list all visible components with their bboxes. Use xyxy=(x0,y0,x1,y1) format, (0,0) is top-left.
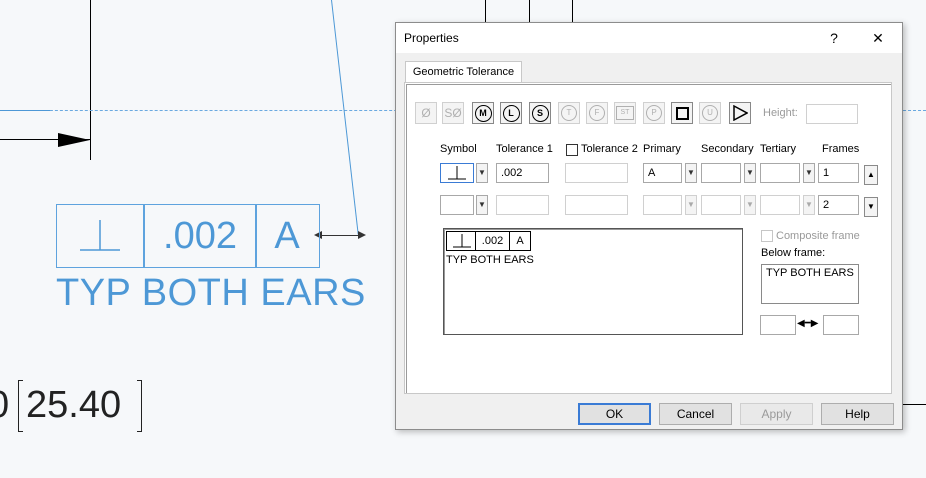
unequal-symbol-button[interactable]: U xyxy=(699,102,721,124)
height-field[interactable] xyxy=(806,104,858,124)
row1-tolerance1-field[interactable]: .002 xyxy=(496,163,549,183)
cancel-button[interactable]: Cancel xyxy=(659,403,732,425)
dimension-partial: 0 xyxy=(0,384,9,427)
spherical-diameter-symbol-button[interactable]: SØ xyxy=(442,102,464,124)
row1-secondary-field[interactable] xyxy=(701,163,741,183)
row1-symbol-dropdown[interactable]: ▼ xyxy=(476,163,488,183)
preview-perpendicularity-icon xyxy=(453,234,471,248)
unequal-icon: U xyxy=(702,105,718,121)
preview-note: TYP BOTH EARS xyxy=(446,254,534,266)
perpendicularity-icon xyxy=(448,166,466,180)
row2-frames-down-button[interactable]: ▼ xyxy=(864,197,878,217)
top-line-a xyxy=(485,0,486,22)
fcf-tolerance: .002 xyxy=(163,214,237,257)
dimension-bracket-right xyxy=(137,380,142,432)
row2-tertiary-field[interactable] xyxy=(760,195,800,215)
mmc-icon: M xyxy=(474,104,492,122)
preview-datum: A xyxy=(509,231,531,251)
row2-secondary-dropdown[interactable]: ▼ xyxy=(744,195,756,215)
row2-tolerance2-field[interactable] xyxy=(565,195,628,215)
lmc-symbol-button[interactable]: L xyxy=(500,102,522,124)
help-icon[interactable]: ? xyxy=(822,27,846,49)
leader-line xyxy=(331,0,359,235)
ok-button[interactable]: OK xyxy=(578,403,651,425)
tangent-plane-icon: T xyxy=(561,105,577,121)
apply-button[interactable]: Apply xyxy=(740,403,813,425)
below-frame-field[interactable]: TYP BOTH EARS xyxy=(761,264,859,304)
row2-tolerance1-field[interactable] xyxy=(496,195,549,215)
leader-horizontal xyxy=(318,235,362,236)
tolerance2-column-label: Tolerance 2 xyxy=(581,143,638,155)
diameter-symbol-button[interactable]: Ø xyxy=(415,102,437,124)
statistical-symbol-button[interactable]: ST xyxy=(614,102,636,124)
feature-control-frame[interactable]: .002 A xyxy=(56,204,320,268)
row1-tertiary-field[interactable] xyxy=(760,163,800,183)
centerline-solid xyxy=(0,110,50,111)
symbol-column-label: Symbol xyxy=(440,143,477,155)
frames-column-label: Frames xyxy=(822,143,860,155)
tolerance2-checkbox[interactable] xyxy=(566,144,578,156)
flag-symbol-button[interactable] xyxy=(729,102,751,124)
primary-column-label: Primary xyxy=(643,143,681,155)
below-frame-label: Below frame: xyxy=(761,247,826,259)
row1-tertiary-dropdown[interactable]: ▼ xyxy=(803,163,815,183)
flag-icon xyxy=(733,105,748,121)
leader-arrow-right xyxy=(358,231,366,239)
tab-geometric-tolerance[interactable]: Geometric Tolerance xyxy=(405,61,522,84)
row1-frames-up-button[interactable]: ▲ xyxy=(864,165,878,185)
help-button[interactable]: Help xyxy=(821,403,894,425)
row2-primary-field[interactable] xyxy=(643,195,682,215)
row2-tertiary-dropdown[interactable]: ▼ xyxy=(803,195,815,215)
tertiary-column-label: Tertiary xyxy=(760,143,797,155)
dimension-value[interactable]: 25.40 xyxy=(26,384,121,427)
row2-symbol-field[interactable] xyxy=(440,195,474,215)
preview-tolerance: .002 xyxy=(475,231,510,251)
arrowhead xyxy=(58,133,90,147)
row2-secondary-field[interactable] xyxy=(701,195,741,215)
perpendicularity-symbol xyxy=(57,205,143,267)
preview-symbol xyxy=(446,231,476,251)
projected-icon: P xyxy=(646,105,662,121)
composite-frame-checkbox[interactable] xyxy=(761,230,773,242)
free-state-icon: F xyxy=(589,105,605,121)
square-symbol-button[interactable] xyxy=(671,102,693,124)
square-icon xyxy=(675,106,689,120)
tangent-plane-symbol-button[interactable]: T xyxy=(558,102,580,124)
row2-symbol-dropdown[interactable]: ▼ xyxy=(476,195,488,215)
top-line-c xyxy=(572,0,573,22)
rfs-symbol-button[interactable]: S xyxy=(529,102,551,124)
arrow-right-field[interactable] xyxy=(823,315,859,335)
row2-primary-dropdown[interactable]: ▼ xyxy=(685,195,697,215)
row1-tolerance2-field[interactable] xyxy=(565,163,628,183)
free-state-symbol-button[interactable]: F xyxy=(586,102,608,124)
row2-frames-field[interactable]: 2 xyxy=(818,195,859,215)
fcf-datum: A xyxy=(274,214,300,257)
statistical-icon: ST xyxy=(616,106,634,120)
right-line xyxy=(901,404,926,405)
lmc-icon: L xyxy=(502,104,520,122)
row1-frames-field[interactable]: 1 xyxy=(818,163,859,183)
vertical-line xyxy=(90,0,91,160)
projected-symbol-button[interactable]: P xyxy=(643,102,665,124)
mmc-symbol-button[interactable]: M xyxy=(472,102,494,124)
row1-secondary-dropdown[interactable]: ▼ xyxy=(744,163,756,183)
double-arrow-icon: ◀━▶ xyxy=(797,318,819,329)
secondary-column-label: Secondary xyxy=(701,143,754,155)
dimension-bracket-left xyxy=(18,380,23,432)
row1-primary-dropdown[interactable]: ▼ xyxy=(685,163,697,183)
rfs-icon: S xyxy=(531,104,549,122)
fcf-note: TYP BOTH EARS xyxy=(56,272,366,314)
row1-symbol-field[interactable] xyxy=(440,163,474,183)
row1-primary-field[interactable]: A xyxy=(643,163,682,183)
height-label: Height: xyxy=(763,107,798,119)
top-line-b xyxy=(529,0,530,22)
dialog-title: Properties xyxy=(404,31,459,45)
composite-frame-label: Composite frame xyxy=(776,230,860,242)
dialog-titlebar[interactable]: Properties ? ✕ xyxy=(396,23,902,53)
close-icon[interactable]: ✕ xyxy=(866,27,890,49)
preview-box: .002 A TYP BOTH EARS xyxy=(443,228,743,335)
tolerance1-column-label: Tolerance 1 xyxy=(496,143,553,155)
arrow-left-field[interactable] xyxy=(760,315,796,335)
